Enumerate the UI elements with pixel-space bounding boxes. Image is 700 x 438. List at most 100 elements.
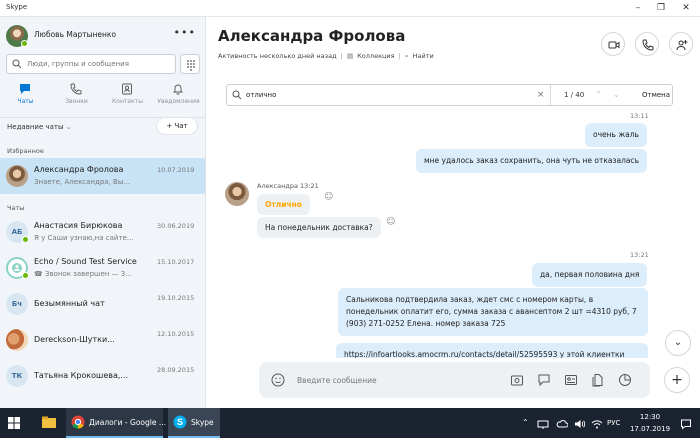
next-match-icon[interactable]: ⌄: [613, 90, 620, 99]
message-input[interactable]: [297, 374, 477, 386]
chevron-down-icon: ⌄: [673, 337, 683, 348]
language-indicator[interactable]: РУС: [607, 419, 620, 427]
close-button[interactable]: ✕: [680, 3, 692, 13]
chat-icon: [20, 84, 30, 94]
skype-window: Skype – ❐ ✕ Любовь Мартыненко ••• Чаты: [0, 0, 700, 408]
chat-list-item[interactable]: ТК Татьяна Крокошева,... 28.09.2015: [0, 358, 205, 394]
profile-name[interactable]: Любовь Мартыненко: [34, 30, 116, 39]
chat-date: 15.10.2017: [157, 258, 195, 266]
chat-date: 19.10.2015: [157, 294, 195, 302]
image-icon[interactable]: [510, 373, 524, 387]
maximize-button[interactable]: ❐: [655, 3, 667, 13]
file-icon[interactable]: [591, 373, 605, 387]
windows-start-icon[interactable]: [8, 417, 20, 429]
online-status-dot: [21, 40, 28, 47]
add-reaction-icon[interactable]: ☺: [386, 217, 395, 227]
contact-avatar: Бч: [6, 293, 28, 315]
audio-call-button[interactable]: [635, 32, 659, 56]
activity-status: Активность несколько дней назад: [218, 52, 337, 60]
find-link[interactable]: Найти: [413, 52, 434, 60]
online-status-dot: [22, 272, 29, 279]
chat-list-item[interactable]: Александра Фролова Знаете, Александра, В…: [0, 158, 205, 194]
conversation-title[interactable]: Александра Фролова: [218, 27, 405, 45]
chat-date: 12.10.2015: [157, 330, 195, 338]
video-call-button[interactable]: [601, 32, 625, 56]
chat-list-item[interactable]: Бч Безымянный чат 19.10.2015: [0, 286, 205, 322]
outgoing-message-link[interactable]: https://infoartlooks.amocrm.ru/contacts/…: [336, 343, 648, 358]
previous-match-icon[interactable]: ⌃: [595, 90, 602, 99]
chat-list-item[interactable]: Echo / Sound Test Service ☎ Звонок завер…: [0, 250, 205, 286]
search-icon: [232, 90, 242, 100]
chat-name: Анастасия Бирюкова: [34, 221, 123, 230]
taskbar-app-skype[interactable]: S Skype: [168, 408, 220, 438]
new-chat-button[interactable]: + Чат: [156, 117, 198, 135]
minimize-button[interactable]: –: [632, 3, 644, 13]
chat-list-item[interactable]: Dereckson-Шутки... 12.10.2015: [0, 322, 205, 358]
nav-contacts[interactable]: Контакты: [102, 81, 153, 111]
more-actions-button[interactable]: +: [664, 367, 690, 393]
title-bar: Skype – ❐ ✕: [0, 0, 700, 17]
outgoing-message[interactable]: да, первая половина дня: [532, 263, 648, 287]
emoji-icon[interactable]: [271, 373, 285, 387]
conversation-subheader: Активность несколько дней назад | ▤ Колл…: [218, 52, 436, 61]
match-counter: 1 / 40: [564, 91, 585, 99]
file-explorer-icon[interactable]: [41, 414, 57, 430]
poll-icon[interactable]: [618, 373, 632, 387]
outgoing-message[interactable]: очень жаль: [585, 123, 647, 147]
cancel-find-button[interactable]: Отмена: [642, 91, 670, 99]
chat-name: Татьяна Крокошева,...: [34, 371, 129, 380]
clock-date[interactable]: 17.07.2019: [626, 425, 674, 433]
nav-chats[interactable]: Чаты: [0, 81, 51, 111]
highlighted-text: Отлично: [265, 200, 302, 209]
network-icon[interactable]: [537, 418, 549, 430]
outgoing-message[interactable]: мне удалось заказ сохранить, она чуть не…: [416, 149, 648, 173]
message-bubble-icon[interactable]: [537, 373, 551, 387]
bell-icon: [172, 84, 184, 95]
sender-avatar[interactable]: [225, 182, 249, 206]
contacts-icon: [122, 83, 132, 95]
incoming-message[interactable]: На понедельник доставка?: [257, 217, 381, 238]
outgoing-message[interactable]: Сальникова подтвердила заказ, ждет смс с…: [338, 288, 648, 336]
recent-chats-dropdown[interactable]: Недавние чаты ⌄: [7, 123, 72, 131]
volume-icon[interactable]: [574, 418, 586, 430]
chrome-icon: [71, 415, 85, 429]
onedrive-icon[interactable]: [556, 418, 568, 430]
taskbar-app-chrome[interactable]: Диалоги - Google ...: [66, 408, 166, 438]
group-avatar: [6, 329, 28, 351]
svg-text:S: S: [177, 417, 183, 427]
nav-notifications[interactable]: Уведомления: [153, 81, 204, 111]
scroll-down-button[interactable]: ⌄: [665, 330, 691, 356]
clear-search-icon[interactable]: ×: [537, 90, 545, 100]
show-hidden-icons[interactable]: ⌃: [522, 418, 529, 427]
online-status-dot: [22, 236, 29, 243]
sidebar: Любовь Мартыненко ••• Чаты Звонки Конта: [0, 17, 206, 408]
nav-calls[interactable]: Звонки: [51, 81, 102, 111]
search-input[interactable]: [27, 58, 172, 70]
contact-avatar: [6, 165, 28, 187]
wifi-icon[interactable]: [591, 418, 603, 430]
recent-chats-label: Недавние чаты: [7, 123, 64, 131]
notifications-icon[interactable]: [680, 418, 692, 430]
contact-card-icon[interactable]: [564, 373, 578, 387]
search-icon: [12, 59, 22, 69]
message-timestamp: 13:21: [630, 251, 649, 259]
chat-list-item[interactable]: АБ Анастасия Бирюкова Я у Саши узнаю,на …: [0, 214, 205, 250]
separator: |: [340, 52, 343, 60]
dialpad-button[interactable]: [180, 54, 200, 74]
chat-date: 10.07.2019: [157, 166, 195, 174]
search-box[interactable]: [6, 54, 176, 74]
clock-time[interactable]: 12:30: [630, 413, 670, 421]
add-people-button[interactable]: [669, 32, 693, 56]
collection-link[interactable]: Коллекция: [357, 52, 394, 60]
message-list[interactable]: 13:11 очень жаль мне удалось заказ сохра…: [206, 110, 700, 358]
plus-icon: +: [671, 372, 683, 388]
profile-header[interactable]: Любовь Мартыненко •••: [6, 23, 205, 49]
taskbar-app-label: Skype: [191, 418, 214, 427]
chevron-down-icon: ⌄: [65, 123, 72, 131]
find-input[interactable]: [246, 89, 526, 101]
find-bar: × 1 / 40 ⌃ ⌄ Отмена: [226, 84, 673, 106]
chats-section-label: Чаты: [7, 204, 25, 212]
incoming-message-highlighted[interactable]: Отлично: [257, 194, 310, 215]
more-options-icon[interactable]: •••: [174, 26, 196, 39]
add-reaction-icon[interactable]: ☺: [324, 192, 333, 202]
